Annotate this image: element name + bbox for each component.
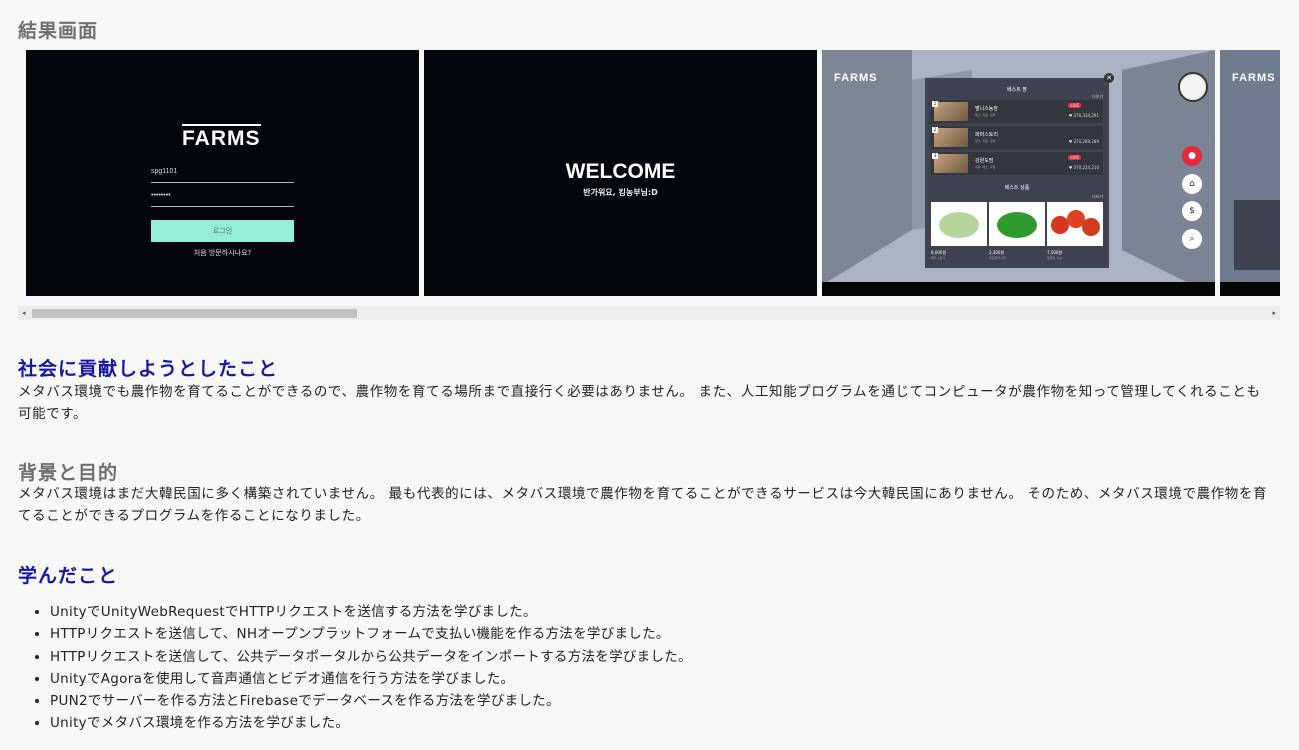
login-screenshot: FARMS spg1101 •••••••• 로그인 처음 방문하시나요?: [26, 50, 419, 296]
contribution-title: 社会に貢献しようとしたこと: [18, 358, 279, 380]
login-id-field: spg1101: [151, 168, 294, 183]
seller-rank: 1: [932, 101, 938, 107]
result-screen-title: 結果画面: [18, 20, 99, 42]
home-icon: ⌂: [1182, 174, 1202, 194]
product-name: 배추 1포기: [931, 256, 945, 260]
partial-panel: [1234, 200, 1280, 270]
seller-name: 강원도팜: [975, 158, 994, 164]
paprika-image: [997, 212, 1037, 238]
seller-category: 채소, 과일, 곡류: [975, 139, 996, 143]
scroll-left-icon[interactable]: ◂: [22, 309, 26, 317]
best-farm-panel: 베스트 팜 더보기 1 밸니스농장 채소, 과일, 곡류 LIVE ♥ 370,…: [925, 78, 1109, 268]
farms-logo: FARMS: [182, 124, 261, 151]
close-icon: ✕: [1104, 73, 1114, 83]
seller-photo: [934, 102, 968, 121]
store-screenshot: FARMS 베스트 팜 더보기 1 밸니스농장 채소, 과일, 곡류 LIVE …: [822, 50, 1215, 296]
product-card: [1047, 202, 1103, 246]
background-title: 背景と目的: [18, 462, 119, 484]
tomato-image: [1082, 218, 1100, 236]
product-card: [931, 202, 987, 246]
seller-name: 밸니스농장: [975, 106, 999, 112]
best-product-more: 더보기: [1091, 194, 1103, 199]
seller-photo: [934, 128, 968, 147]
list-item: UnityでAgoraを使用して音声通信とビデオ通信を行う方法を学びました。: [50, 668, 692, 690]
coin-icon: $: [1182, 201, 1202, 221]
live-badge: LIVE: [1068, 103, 1081, 108]
contribution-body: メタバス環境でも農作物を育てることができるので、農作物を育てる場所まで直接行く必…: [18, 384, 1261, 422]
list-item: HTTPリクエストを送信して、公共データポータルから公共データをインポートする方…: [50, 646, 692, 668]
welcome-title: WELCOME: [565, 160, 676, 183]
seller-category: 곡류, 채소, 과일: [975, 165, 996, 169]
gallery-scrollbar[interactable]: ◂ ▸: [18, 306, 1280, 320]
screenshot-gallery[interactable]: FARMS spg1101 •••••••• 로그인 처음 방문하시나요? WE…: [26, 50, 1280, 296]
seller-category: 채소, 과일, 곡류: [975, 113, 996, 117]
seller-name: 파머스토리: [975, 132, 999, 138]
avatar: [1178, 72, 1208, 102]
seller-photo: [934, 154, 968, 173]
scrollbar-thumb[interactable]: [32, 309, 357, 318]
seller-likes: ♥ 370,224,210: [1068, 165, 1099, 170]
seller-row: 2 파머스토리 채소, 과일, 곡류 ♥ 370,289,289: [931, 126, 1103, 149]
list-item: Unityでメタバス環境を作る方法を学びました。: [50, 712, 692, 734]
list-item: PUN2でサーバーを作る方法とFirebaseでデータベースを作る方法を学びまし…: [50, 690, 692, 712]
best-farm-title: 베스트 팜: [1007, 87, 1027, 93]
seller-rank: 3: [932, 153, 938, 159]
login-help-text: 처음 방문하시나요?: [193, 249, 252, 257]
welcome-subtitle: 반가워요, 킹농부님:D: [583, 188, 658, 197]
best-product-title: 베스트 상품: [1004, 185, 1030, 191]
product-name: 파프리카 2개: [989, 256, 1006, 260]
seller-row: 1 밸니스농장 채소, 과일, 곡류 LIVE ♥ 370,334,291: [931, 100, 1103, 123]
login-password-field: ••••••••: [151, 192, 294, 207]
learned-list: UnityでUnityWebRequestでHTTPリクエストを送信する方法を学…: [18, 601, 692, 735]
seller-likes: ♥ 370,289,289: [1068, 139, 1099, 144]
live-badge: LIVE: [1068, 155, 1081, 160]
farms-logo: FARMS: [1232, 72, 1276, 84]
product-card: [989, 202, 1045, 246]
seller-likes: ♥ 370,334,291: [1068, 113, 1099, 118]
login-button: 로그인: [151, 220, 294, 242]
list-item: HTTPリクエストを送信して、NHオープンプラットフォームで支払い機能を作る方法…: [50, 623, 692, 645]
seller-rank: 2: [932, 127, 938, 133]
welcome-screenshot: WELCOME 반가워요, 킹농부님:D: [424, 50, 817, 296]
partial-screenshot: FARMS: [1220, 50, 1280, 296]
scroll-right-icon[interactable]: ▸: [1272, 309, 1276, 317]
search-icon: ⌕: [1182, 229, 1202, 249]
list-item: UnityでUnityWebRequestでHTTPリクエストを送信する方法を学…: [50, 601, 692, 623]
learned-title: 学んだこと: [18, 565, 119, 587]
farms-logo: FARMS: [834, 72, 878, 84]
seller-row: 3 강원도팜 곡류, 채소, 과일 LIVE ♥ 370,224,210: [931, 152, 1103, 175]
background-body: メタバス環境はまだ大韓民国に多く構築されていません。 最も代表的には、メタバス環…: [18, 486, 1268, 524]
product-name: 토마토 1kg: [1047, 256, 1062, 260]
cabbage-image: [939, 212, 979, 238]
live-icon: ●: [1182, 146, 1202, 166]
